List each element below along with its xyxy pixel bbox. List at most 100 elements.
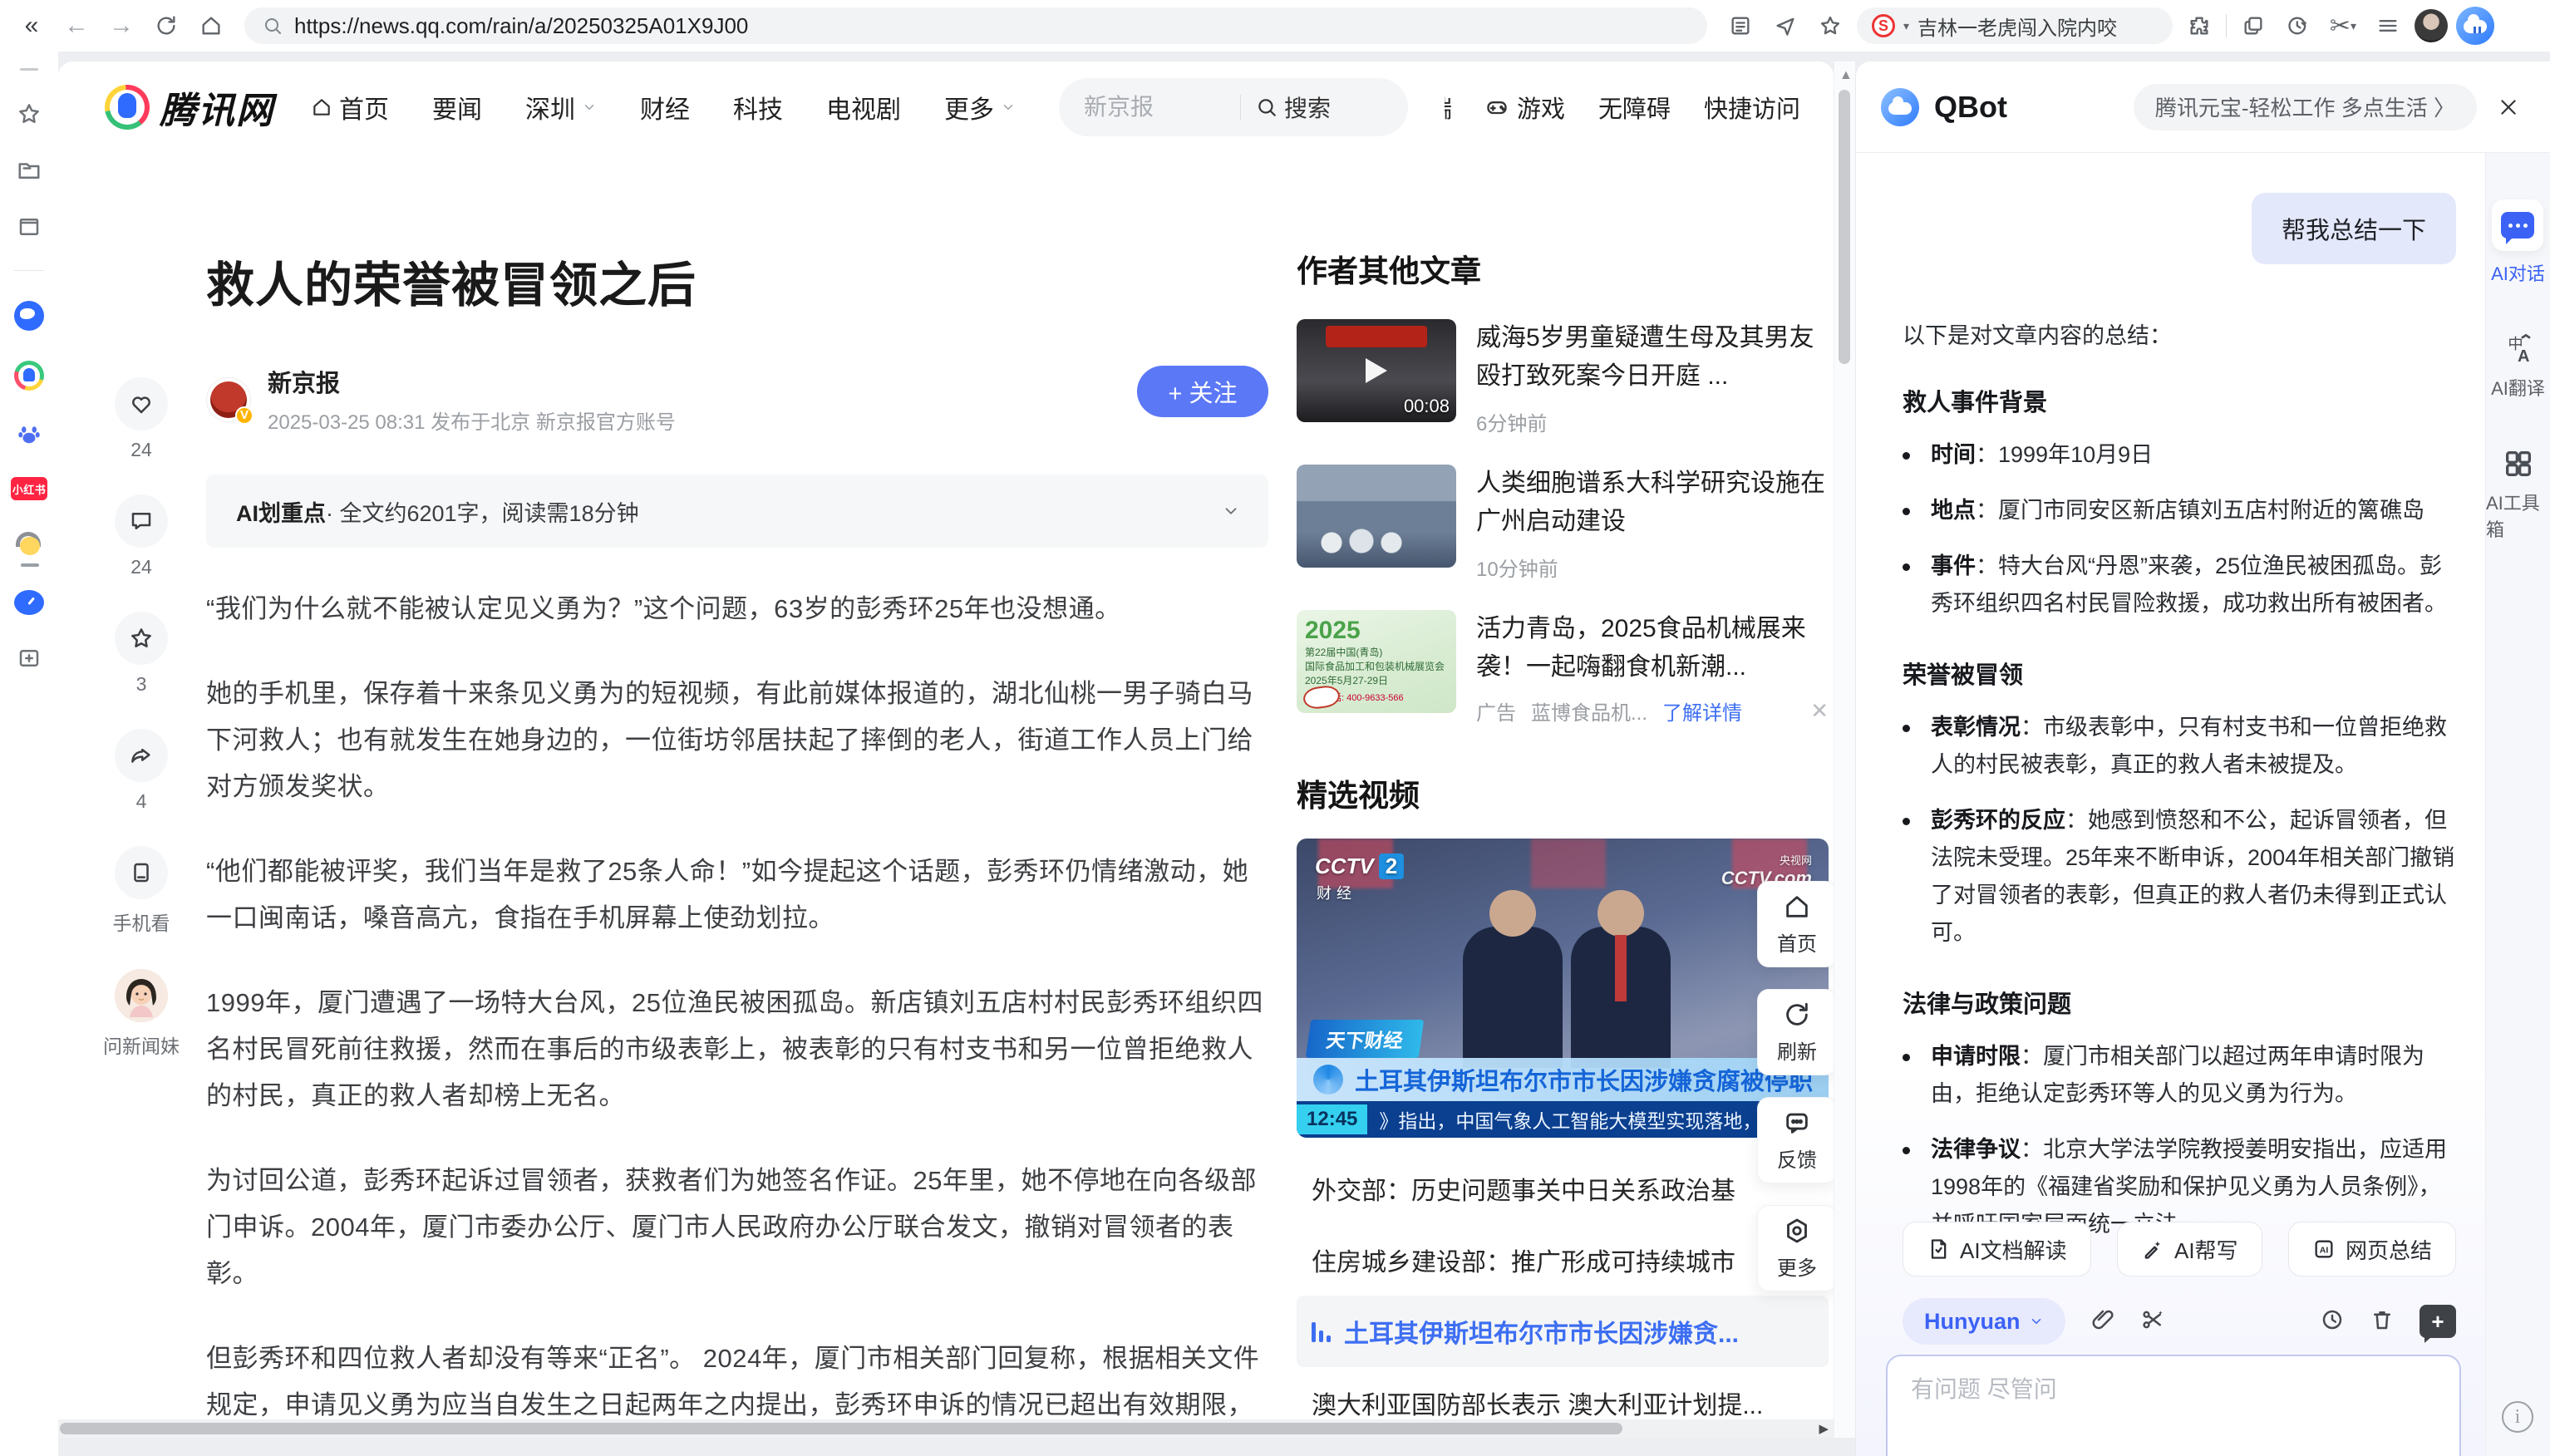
info-icon[interactable]: i: [2502, 1401, 2533, 1433]
like-action[interactable]: 24: [115, 377, 168, 461]
qq-app-icon[interactable]: [14, 301, 44, 331]
comment-icon[interactable]: [115, 494, 168, 548]
browser-logo-icon[interactable]: [2456, 7, 2494, 45]
tencent-news-app-icon[interactable]: [14, 361, 44, 391]
nav-tech[interactable]: 科技: [733, 89, 783, 125]
ad-close-icon[interactable]: ✕: [1810, 698, 1829, 724]
search-button[interactable]: 搜索: [1256, 91, 1331, 124]
float-more-button[interactable]: 更多: [1757, 1205, 1834, 1291]
vscroll-thumb[interactable]: [1839, 90, 1850, 364]
nav-city[interactable]: 深圳: [525, 89, 597, 125]
author-avatar[interactable]: V: [206, 377, 251, 422]
save-note-icon[interactable]: +: [2420, 1305, 2456, 1338]
playlist-item[interactable]: 住房城乡建设部：推广形成可持续城市: [1297, 1224, 1829, 1296]
model-selector[interactable]: Hunyuan: [1903, 1298, 2065, 1345]
baidu-app-icon[interactable]: [16, 421, 42, 447]
screenshot-scissors-icon[interactable]: ✂▾: [2325, 7, 2361, 44]
delete-icon[interactable]: [2370, 1307, 2395, 1336]
nav-headlines[interactable]: 要闻: [432, 89, 482, 125]
home-icon[interactable]: [193, 7, 229, 44]
sidebar-collapse-icon[interactable]: «: [13, 7, 50, 44]
ai-doc-reader-button[interactable]: AI文档解读: [1903, 1222, 2091, 1276]
tab-ai-chat[interactable]: AI对话: [2491, 199, 2545, 286]
nav-finance[interactable]: 财经: [640, 89, 690, 125]
share-action[interactable]: 4: [115, 729, 168, 813]
site-search-input[interactable]: [1084, 94, 1225, 121]
playlist-item-active[interactable]: 土耳其伊斯坦布尔市市长因涉嫌贪...: [1297, 1296, 1829, 1367]
qbot-input-box[interactable]: 深度思考 联网搜索: [1886, 1355, 2461, 1456]
profile-avatar[interactable]: [2415, 9, 2448, 42]
author-article-item[interactable]: 00:08 威海5岁男童疑遭生母及其男友殴打致死案今日开庭 ... 6分钟前: [1297, 319, 1829, 436]
back-icon[interactable]: ←: [58, 7, 95, 44]
ad-cta[interactable]: 了解详情: [1662, 696, 1742, 726]
vertical-scrollbar[interactable]: ▲: [1834, 61, 1855, 1438]
comment-action[interactable]: 24: [115, 494, 168, 578]
phone-icon[interactable]: [115, 846, 168, 899]
screenshot-ask-icon[interactable]: [2140, 1307, 2165, 1336]
add-app-icon[interactable]: [16, 645, 42, 671]
scroll-right-arrow[interactable]: ▶: [1819, 1421, 1829, 1436]
accessibility-link[interactable]: 无障碍: [1598, 90, 1671, 125]
quick-access-link[interactable]: 快捷访问: [1704, 90, 1800, 125]
tab-ai-toolbox[interactable]: AI工具箱: [2486, 447, 2550, 542]
float-feedback-button[interactable]: 反馈: [1757, 1097, 1834, 1183]
attach-icon[interactable]: [2090, 1307, 2115, 1336]
item-title[interactable]: 人类细胞谱系大科学研究设施在广州启动建设: [1476, 465, 1829, 541]
url-bar[interactable]: https://news.qq.com/rain/a/20250325A01X9…: [244, 7, 1707, 44]
games-link[interactable]: 游戏: [1485, 90, 1565, 125]
ad-item[interactable]: 2025 第22届中国(青岛) 国际食品加工和包装机械展览会 2025年5月27…: [1297, 610, 1829, 726]
client-download[interactable]: 客户端: [1445, 90, 1452, 125]
chevron-down-icon[interactable]: [1222, 502, 1240, 520]
close-icon[interactable]: [2492, 91, 2525, 124]
article-thumbnail[interactable]: [1297, 465, 1456, 568]
share-icon[interactable]: [115, 729, 168, 782]
star-icon[interactable]: [115, 612, 168, 665]
favorites-star-icon[interactable]: [16, 101, 42, 127]
web-summary-button[interactable]: AI网页总结: [2288, 1222, 2456, 1276]
tab-group-icon[interactable]: [2235, 7, 2272, 44]
site-search[interactable]: 搜索: [1059, 78, 1408, 136]
podcast-app-icon[interactable]: [14, 530, 44, 560]
assistant-avatar[interactable]: [115, 969, 168, 1022]
author-article-item[interactable]: 人类细胞谱系大科学研究设施在广州启动建设 10分钟前: [1297, 465, 1829, 582]
horizontal-scrollbar[interactable]: ▶: [58, 1419, 1834, 1438]
extensions-icon[interactable]: [2181, 7, 2218, 44]
reader-mode-icon[interactable]: [1722, 7, 1759, 44]
menu-icon[interactable]: [2370, 7, 2406, 44]
follow-button[interactable]: + 关注: [1137, 366, 1268, 417]
xiaohongshu-app-icon[interactable]: 小红书: [11, 477, 47, 500]
search-suggestion-pill[interactable]: S ▾ 吉林一老虎闯入院内咬: [1857, 7, 2173, 44]
news-assistant[interactable]: 问新闻妹: [103, 969, 180, 1059]
video-thumbnail[interactable]: 00:08: [1297, 319, 1456, 422]
ad-thumbnail[interactable]: 2025 第22届中国(青岛) 国际食品加工和包装机械展览会 2025年5月27…: [1297, 610, 1456, 713]
nav-tv[interactable]: 电视剧: [826, 89, 901, 125]
site-logo[interactable]: 腾讯网: [105, 81, 274, 134]
ai-highlight-bar[interactable]: AI划重点 · 全文约6201字，阅读需18分钟: [206, 475, 1268, 548]
author-name[interactable]: 新京报: [268, 364, 676, 399]
clock-app-icon[interactable]: [14, 590, 44, 615]
workspace-icon[interactable]: [16, 214, 42, 240]
ad-title[interactable]: 活力青岛，2025食品机械展来袭！一起嗨翻食机新潮...: [1476, 610, 1829, 686]
nav-more[interactable]: 更多: [944, 89, 1016, 125]
folder-icon[interactable]: [16, 157, 42, 184]
heart-icon[interactable]: [115, 377, 168, 430]
nav-home[interactable]: 首页: [311, 89, 389, 125]
scroll-up-arrow[interactable]: ▲: [1839, 68, 1853, 83]
forward-icon[interactable]: →: [103, 7, 140, 44]
video-player[interactable]: CCTV2 财经 央视网CCTV.com 天下财经 土耳其伊斯坦布尔市市长因涉嫌…: [1297, 839, 1829, 1138]
rail-collapse-handle[interactable]: [20, 68, 38, 71]
history-icon[interactable]: [2320, 1307, 2345, 1336]
qbot-promo-pill[interactable]: 腾讯元宝-轻松工作 多点生活 〉: [2134, 84, 2477, 130]
reload-icon[interactable]: [148, 7, 185, 44]
qbot-input[interactable]: [1911, 1376, 2436, 1403]
playlist-item[interactable]: 外交部：历史问题事关中日关系政治基: [1297, 1153, 1829, 1224]
float-refresh-button[interactable]: 刷新: [1757, 989, 1834, 1075]
mobile-view-action[interactable]: 手机看: [113, 846, 170, 936]
bookmark-star-icon[interactable]: [1812, 7, 1849, 44]
ai-write-button[interactable]: AI帮写: [2117, 1222, 2262, 1276]
float-home-button[interactable]: 首页: [1757, 881, 1834, 967]
send-to-device-icon[interactable]: [1767, 7, 1804, 44]
favorite-action[interactable]: 3: [115, 612, 168, 696]
item-title[interactable]: 威海5岁男童疑遭生母及其男友殴打致死案今日开庭 ...: [1476, 319, 1829, 396]
tab-ai-translate[interactable]: 中A AI翻译: [2491, 332, 2545, 401]
